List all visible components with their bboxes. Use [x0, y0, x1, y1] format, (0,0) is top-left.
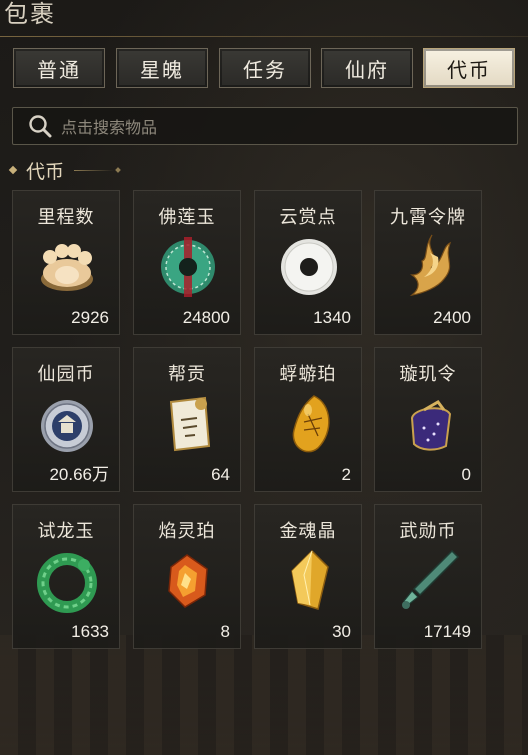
item-name: 帮贡 [168, 364, 206, 385]
search-placeholder: 点击搜索物品 [61, 118, 158, 137]
currency-item[interactable]: 璇玑令 0 [374, 347, 482, 492]
currency-item[interactable]: 云赏点 1340 [254, 190, 362, 335]
currency-item[interactable]: 蜉蝣珀 2 [254, 347, 362, 492]
section-title: 代币 [26, 160, 65, 183]
paw-token-icon [41, 244, 93, 291]
item-name: 九霄令牌 [390, 207, 466, 228]
tab-bar: 普通 星魄 任务 仙府 代币 [13, 48, 515, 90]
item-quantity: 1340 [313, 308, 351, 327]
tab-currency[interactable]: 代币 [423, 48, 515, 88]
item-quantity: 0 [461, 465, 471, 484]
item-name: 里程数 [37, 207, 95, 228]
currency-item[interactable]: 帮贡 64 [133, 347, 241, 492]
dragon-jade-icon [37, 553, 97, 613]
white-jade-disc-icon [281, 239, 337, 295]
currency-item[interactable]: 试龙玉 1633 [12, 504, 120, 649]
purple-pouch-icon [410, 400, 452, 451]
item-name: 佛莲玉 [158, 207, 216, 228]
green-jade-ring-icon [161, 237, 215, 297]
item-quantity: 2926 [71, 308, 109, 327]
amber-insect-icon [292, 395, 330, 453]
garden-coin-icon [41, 400, 93, 452]
tab-star-soul[interactable]: 星魄 [116, 48, 208, 88]
blade-coin-icon [402, 549, 460, 609]
window-title: 包裹 [4, 0, 56, 28]
tab-normal[interactable]: 普通 [13, 48, 105, 88]
search-icon [29, 115, 52, 138]
currency-item[interactable]: 焰灵珀 8 [133, 504, 241, 649]
item-quantity: 8 [220, 622, 230, 641]
background-scenery [0, 635, 528, 755]
tab-quest[interactable]: 任务 [219, 48, 311, 88]
currency-item[interactable]: 九霄令牌 2400 [374, 190, 482, 335]
guild-tag-icon [169, 396, 211, 452]
flame-amber-icon [168, 554, 208, 608]
item-quantity: 20.66万 [49, 465, 109, 484]
item-quantity: 30 [332, 622, 351, 641]
item-name: 试龙玉 [37, 521, 95, 542]
item-quantity: 2400 [433, 308, 471, 327]
item-name: 云赏点 [279, 207, 337, 228]
title-divider [0, 36, 528, 37]
item-name: 武勋币 [399, 521, 457, 542]
item-name: 仙园币 [37, 364, 95, 385]
golden-flame-token-icon [409, 234, 452, 296]
section-line [74, 169, 115, 171]
currency-item[interactable]: 佛莲玉 24800 [133, 190, 241, 335]
currency-item[interactable]: 武勋币 17149 [374, 504, 482, 649]
item-quantity: 64 [211, 465, 230, 484]
item-quantity: 2 [341, 465, 351, 484]
item-name: 焰灵珀 [158, 521, 216, 542]
item-quantity: 17149 [423, 622, 471, 641]
section-end-diamond-icon [115, 167, 121, 173]
item-name: 璇玑令 [399, 364, 457, 385]
currency-item[interactable]: 仙园币 20.66万 [12, 347, 120, 492]
section-bullet-icon [8, 165, 18, 175]
tab-immortal-mansion[interactable]: 仙府 [321, 48, 413, 88]
item-quantity: 24800 [182, 308, 230, 327]
item-name: 金魂晶 [279, 521, 337, 542]
item-quantity: 1633 [71, 622, 109, 641]
currency-grid: 里程数 2926 佛莲玉 24800 云赏点 1340 九霄令牌 2400 仙园… [12, 190, 482, 650]
section-header: 代币 [8, 157, 121, 183]
currency-item[interactable]: 金魂晶 30 [254, 504, 362, 649]
search-input[interactable]: 点击搜索物品 [12, 107, 518, 145]
currency-item[interactable]: 里程数 2926 [12, 190, 120, 335]
gold-crystal-icon [291, 549, 329, 610]
item-name: 蜉蝣珀 [279, 364, 337, 385]
